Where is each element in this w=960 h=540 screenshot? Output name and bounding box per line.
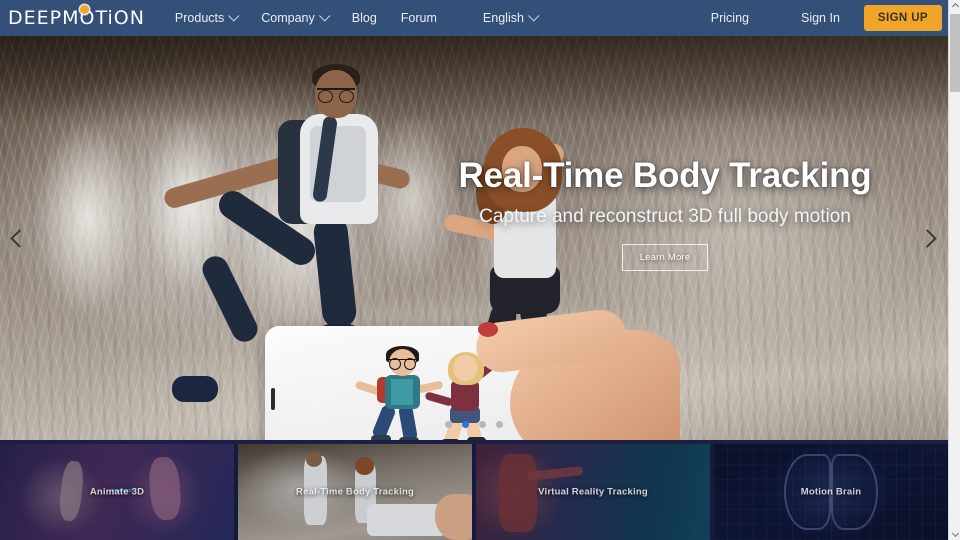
hero-top-gradient <box>0 36 948 125</box>
thumbnail-virtual-reality-tracking[interactable]: Virtual Reality Tracking <box>476 444 710 540</box>
thumbnail-motion-brain[interactable]: Motion Brain <box>714 444 948 540</box>
hero-subtitle: Capture and reconstruct 3D full body mot… <box>430 206 900 229</box>
nav-links-group: Products Company Blog Forum English <box>163 0 549 36</box>
scroll-up-arrow[interactable] <box>949 0 960 13</box>
chevron-left-icon <box>10 229 28 247</box>
page-scrollbar[interactable] <box>948 0 960 540</box>
hero-carousel: Real-Time Body Tracking Capture and reco… <box>0 36 948 440</box>
stop-square-icon <box>518 390 526 398</box>
carousel-dot-2[interactable] <box>462 421 469 428</box>
carousel-dot-3[interactable] <box>479 421 486 428</box>
browser-page: DEEPMOTiON Products Company Blog Forum <box>0 0 960 540</box>
chevron-down-icon <box>228 10 239 21</box>
nav-item-products[interactable]: Products <box>163 0 249 36</box>
nav-item-blog-label: Blog <box>352 12 377 25</box>
nav-item-blog[interactable]: Blog <box>340 0 389 36</box>
stop-record-button[interactable] <box>511 383 533 405</box>
hero-title: Real-Time Body Tracking <box>430 156 900 197</box>
nav-item-language[interactable]: English <box>471 0 549 36</box>
hero-copy-block: Real-Time Body Tracking Capture and reco… <box>430 156 900 271</box>
phone-speaker <box>271 388 275 410</box>
nav-item-forum-label: Forum <box>401 12 437 25</box>
nav-item-forum[interactable]: Forum <box>389 0 449 36</box>
nav-item-products-label: Products <box>175 12 224 25</box>
scrollbar-thumb[interactable] <box>950 14 960 92</box>
carousel-thumbnail-strip: Animate 3D Real-Time Body Tracking Virtu… <box>0 444 948 540</box>
carousel-dot-1[interactable] <box>445 421 452 428</box>
nav-item-pricing-label: Pricing <box>711 12 749 25</box>
nav-item-language-label: English <box>483 12 524 25</box>
thumbnail-4-label: Motion Brain <box>714 487 948 498</box>
nav-actions-group: Pricing Sign In SIGN UP <box>699 0 948 36</box>
carousel-next-button[interactable] <box>912 223 942 253</box>
sign-in-link[interactable]: Sign In <box>789 0 852 36</box>
thumbnail-1-label: Animate 3D <box>0 487 234 498</box>
thumbnail-2-label: Real-Time Body Tracking <box>238 487 472 498</box>
chevron-up-icon <box>951 3 958 10</box>
thumbnail-real-time-body-tracking[interactable]: Real-Time Body Tracking <box>238 444 472 540</box>
deepmotion-logo[interactable]: DEEPMOTiON <box>8 0 145 36</box>
nav-item-pricing[interactable]: Pricing <box>699 0 761 36</box>
chevron-down-icon <box>319 10 330 21</box>
chevron-down-icon <box>528 10 539 21</box>
carousel-dot-4[interactable] <box>496 421 503 428</box>
sign-up-button[interactable]: SIGN UP <box>864 5 942 31</box>
chevron-right-icon <box>918 229 936 247</box>
thumbnail-3-label: Virtual Reality Tracking <box>476 487 710 498</box>
top-navigation-bar: DEEPMOTiON Products Company Blog Forum <box>0 0 948 36</box>
carousel-prev-button[interactable] <box>4 223 34 253</box>
nav-item-company-label: Company <box>261 12 315 25</box>
nav-item-company[interactable]: Company <box>249 0 340 36</box>
phone-screen <box>283 335 547 440</box>
scroll-down-arrow[interactable] <box>949 527 960 540</box>
page-content: DEEPMOTiON Products Company Blog Forum <box>0 0 948 540</box>
thumbnail-animate-3d[interactable]: Animate 3D <box>0 444 234 540</box>
carousel-dots <box>445 421 503 428</box>
chevron-down-icon <box>951 530 958 537</box>
logo-wordmark: DEEPMOTiON <box>8 9 145 28</box>
logo-spiral-icon <box>80 5 89 14</box>
hero-phone-device <box>265 326 565 440</box>
sign-in-label: Sign In <box>801 12 840 25</box>
learn-more-button[interactable]: Learn More <box>622 244 709 271</box>
